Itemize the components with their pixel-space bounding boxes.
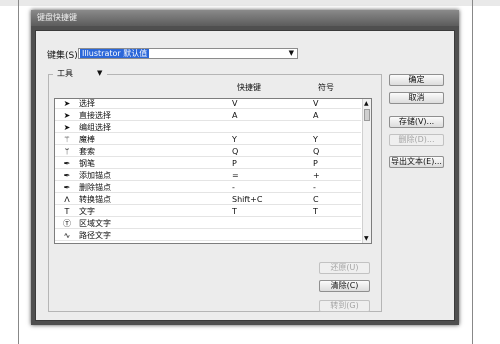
tool-shortcut[interactable]: Shift+C <box>232 195 262 205</box>
tool-symbol: P <box>313 159 318 168</box>
table-row[interactable]: ➤ 直接选择 A A <box>55 111 361 121</box>
set-label: 键集(S): <box>47 51 81 61</box>
chevron-down-icon: ▼ <box>97 69 103 77</box>
tool-name: 路径文字 <box>79 231 111 240</box>
set-select[interactable]: Illustrator 默认值 ▼ <box>78 48 298 59</box>
background-bar <box>0 0 500 6</box>
delete-anchor-icon: ✒ <box>63 183 71 192</box>
type-icon: T <box>64 207 70 216</box>
tool-name: 直接选择 <box>79 111 111 120</box>
tool-symbol: Q <box>313 147 320 156</box>
dialog-title: 键盘快捷键 <box>31 10 459 26</box>
page-rule-right <box>472 0 473 344</box>
group-selection-icon: ➤ <box>63 123 71 132</box>
tool-shortcut[interactable]: T <box>232 207 237 217</box>
tool-shortcut[interactable]: Y <box>232 135 237 145</box>
tool-name: 转换锚点 <box>79 195 111 204</box>
clear-button[interactable]: 清除(C) <box>319 280 370 292</box>
lasso-icon: ᛘ <box>64 147 70 156</box>
tool-symbol: + <box>313 171 320 180</box>
tool-name: 删除锚点 <box>79 183 111 192</box>
add-anchor-icon: ✒ <box>63 171 71 180</box>
scroll-thumb[interactable] <box>364 109 370 121</box>
tool-symbol: C <box>313 195 319 204</box>
category-value: 工具 <box>57 69 73 78</box>
dialog-body: 键集(S): Illustrator 默认值 ▼ 工具 ▼ 快捷键 符号 ➤ 选… <box>35 30 455 321</box>
table-row[interactable]: Ⓣ 区域文字 <box>55 219 361 229</box>
tool-name: 区域文字 <box>79 219 111 228</box>
save-button[interactable]: 存储(V)... <box>389 116 444 128</box>
table-row[interactable]: ✒ 钢笔 P P <box>55 159 361 169</box>
tool-symbol: T <box>313 207 318 216</box>
column-header-symbol: 符号 <box>318 83 334 92</box>
cancel-button[interactable]: 取消 <box>389 92 444 104</box>
table-row[interactable]: ⚚ 魔棒 Y Y <box>55 135 361 145</box>
tool-symbol: Y <box>313 135 318 144</box>
tool-shortcut[interactable]: A <box>232 111 237 121</box>
pen-icon: ✒ <box>63 159 71 168</box>
selection-arrow-icon: ➤ <box>63 99 71 108</box>
table-row[interactable]: ➤ 选择 V V <box>55 99 361 109</box>
tool-shortcut[interactable]: P <box>232 159 237 169</box>
table-row[interactable]: ✒ 添加锚点 = + <box>55 171 361 181</box>
tool-shortcut[interactable]: - <box>232 183 235 193</box>
tool-symbol: - <box>313 183 316 192</box>
convert-anchor-icon: ᐱ <box>64 195 70 204</box>
tool-name: 编组选择 <box>79 123 111 132</box>
table-row[interactable]: ➤ 编组选择 <box>55 123 361 133</box>
tool-shortcut[interactable]: = <box>232 171 239 181</box>
category-select[interactable]: 工具 ▼ <box>53 68 107 80</box>
ok-button[interactable]: 确定 <box>389 74 444 86</box>
path-type-icon: ∿ <box>63 231 71 240</box>
chevron-down-icon: ▼ <box>288 49 294 57</box>
undo-button[interactable]: 还原(U) <box>319 262 370 274</box>
page-rule-left <box>18 0 19 344</box>
export-text-button[interactable]: 导出文本(E)... <box>389 156 444 168</box>
tool-name: 套索 <box>79 147 95 156</box>
scroll-down-icon[interactable]: ▼ <box>364 235 369 242</box>
table-row[interactable]: ᛘ 套索 Q Q <box>55 147 361 157</box>
vertical-scrollbar[interactable]: ▲ ▼ <box>362 99 371 243</box>
column-header-shortcut: 快捷键 <box>237 83 261 92</box>
magic-wand-icon: ⚚ <box>63 135 71 144</box>
goto-button[interactable]: 转到(G) <box>319 300 370 312</box>
direct-selection-icon: ➤ <box>63 111 71 120</box>
scroll-up-icon[interactable]: ▲ <box>364 100 369 107</box>
area-type-icon: Ⓣ <box>63 219 71 228</box>
tool-name: 文字 <box>79 207 95 216</box>
keyboard-shortcuts-dialog: 键盘快捷键 键集(S): Illustrator 默认值 ▼ 工具 ▼ 快捷键 … <box>31 10 459 325</box>
tool-symbol: A <box>313 111 319 120</box>
tool-symbol: V <box>313 99 319 108</box>
table-row[interactable]: T 文字 T T <box>55 207 361 217</box>
table-row[interactable]: ✒ 删除锚点 - - <box>55 183 361 193</box>
tool-name: 添加锚点 <box>79 171 111 180</box>
table-row[interactable]: ᐱ 转换锚点 Shift+C C <box>55 195 361 205</box>
set-value: Illustrator 默认值 <box>80 49 150 58</box>
tool-name: 选择 <box>79 99 95 108</box>
tool-name: 钢笔 <box>79 159 95 168</box>
tool-shortcut[interactable]: V <box>232 99 237 109</box>
delete-button[interactable]: 删除(D)... <box>389 134 444 146</box>
tool-name: 魔棒 <box>79 135 95 144</box>
tool-shortcut[interactable]: Q <box>232 147 238 157</box>
table-row[interactable]: ∿ 路径文字 <box>55 231 361 241</box>
shortcut-table: ➤ 选择 V V ➤ 直接选择 A A ➤ 编组选择 ⚚ 魔棒 Y Y ᛘ 套索… <box>54 98 372 244</box>
